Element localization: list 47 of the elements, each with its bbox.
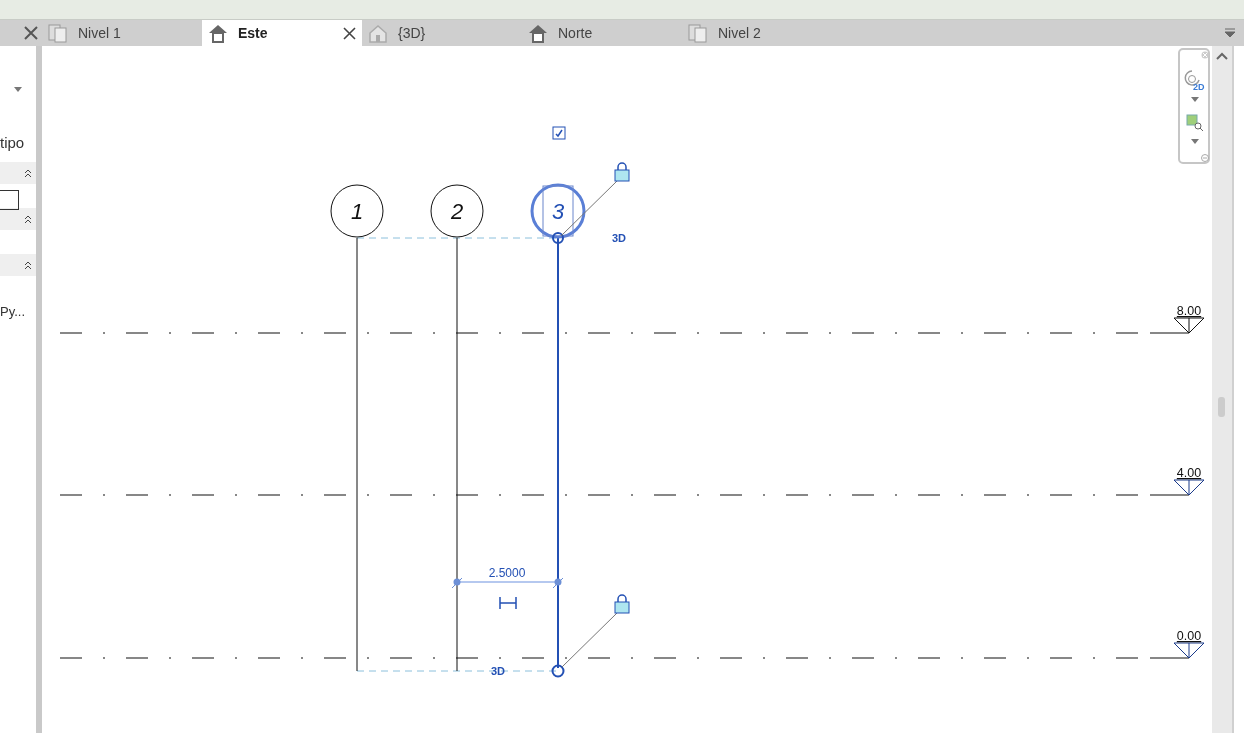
close-icon[interactable]: [343, 26, 356, 40]
sheets-icon: [48, 23, 68, 43]
collapse-icon[interactable]: [24, 214, 32, 224]
tab-menu-icon[interactable]: [1224, 28, 1236, 38]
view-tab[interactable]: Nivel 2: [682, 20, 842, 46]
view-tab[interactable]: Nivel 1: [42, 20, 202, 46]
house-icon: [208, 23, 228, 43]
close-icon[interactable]: [24, 26, 38, 40]
grid-line[interactable]: [530, 183, 586, 669]
dropdown-caret-icon[interactable]: [1190, 138, 1200, 146]
lock-icon[interactable]: [614, 162, 630, 182]
view-tab[interactable]: Norte: [522, 20, 682, 46]
grid-end-handle-icon[interactable]: [552, 232, 564, 244]
level-elevation: 0.00: [1176, 629, 1202, 643]
level-elevation: 4.00: [1176, 466, 1202, 480]
dimension-value[interactable]: 2.5000: [488, 566, 526, 580]
dropdown-caret-icon[interactable]: [1190, 96, 1200, 104]
scrollbar-thumb[interactable]: [1218, 397, 1225, 417]
view-tab[interactable]: Este: [202, 20, 362, 46]
level-elevation: 8.00: [1176, 304, 1202, 318]
view-mode-label: 2D: [1193, 82, 1205, 92]
collapse-icon[interactable]: [24, 260, 32, 270]
view-tab[interactable]: {3D}: [362, 20, 522, 46]
house-icon: [368, 23, 388, 43]
grid-label: 1: [350, 199, 364, 224]
grid-label: 3: [551, 199, 565, 224]
grid-line[interactable]: [430, 184, 484, 672]
checkbox-icon[interactable]: [552, 126, 566, 140]
leader-line: [561, 612, 618, 668]
grid-label: 2: [450, 199, 464, 224]
grid-line[interactable]: [330, 184, 384, 672]
type-label: tipo: [0, 134, 25, 151]
dimension-toggle-icon[interactable]: [499, 596, 517, 610]
lock-icon[interactable]: [614, 594, 630, 614]
grid-annotation[interactable]: 3D: [490, 665, 506, 677]
grid-annotation[interactable]: 3D: [611, 232, 627, 244]
scroll-up-icon[interactable]: [1216, 52, 1228, 60]
zoom-region-icon[interactable]: [1186, 114, 1204, 132]
level-marker-icon: [1173, 479, 1205, 496]
level-marker-icon: [1173, 317, 1205, 334]
house-icon: [528, 23, 548, 43]
sheets-icon: [688, 23, 708, 43]
dropdown-caret-icon[interactable]: [13, 86, 23, 94]
parameter-value: Py...: [0, 303, 26, 319]
collapse-icon[interactable]: [24, 168, 32, 178]
level-marker-icon: [1173, 642, 1205, 659]
grid-end-handle-icon[interactable]: [551, 664, 565, 678]
